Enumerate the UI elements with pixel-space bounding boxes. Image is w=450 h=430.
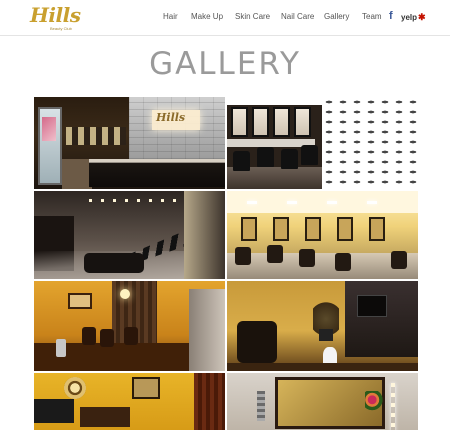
- photo-mirror: [241, 217, 257, 241]
- page-title: GALLERY: [149, 46, 301, 82]
- logo-text: Hills: [30, 3, 81, 27]
- photo-table: [80, 407, 130, 427]
- mirror-vanity-photo[interactable]: [227, 373, 418, 430]
- photo-chair: [335, 253, 351, 271]
- waiting-area-photo[interactable]: [34, 373, 225, 430]
- photo-logo-backdrop: [322, 97, 418, 189]
- photo-wall-art: [68, 293, 92, 309]
- photo-light: [327, 201, 337, 204]
- logo-subtitle: Beauty Club: [50, 26, 72, 31]
- yellow-stations-photo[interactable]: [227, 191, 418, 279]
- yelp-label: yelp: [401, 13, 418, 22]
- photo-chair: [82, 327, 96, 345]
- photo-chair: [299, 249, 315, 267]
- photo-chair: [237, 321, 277, 363]
- photo-chair: [281, 149, 298, 169]
- nav-gallery[interactable]: Gallery: [324, 11, 349, 23]
- site-header: Hills Beauty Club Hair Make Up Skin Care…: [0, 0, 450, 36]
- photo-curtain: [194, 373, 225, 430]
- photo-light: [287, 201, 297, 204]
- photo-monitor: [357, 295, 387, 317]
- photo-light: [367, 201, 377, 204]
- photo-vanity-lights: [391, 383, 395, 430]
- photo-mirror: [273, 217, 289, 241]
- nav-team[interactable]: Team: [362, 11, 382, 23]
- photo-wall-art: [132, 377, 160, 399]
- photo-gallery-grid: Hills: [34, 97, 418, 430]
- photo-mirror: [231, 107, 248, 137]
- photo-bin: [56, 339, 66, 357]
- photo-mirror: [305, 217, 321, 241]
- photo-mirrors: [66, 127, 126, 145]
- nav-hair[interactable]: Hair: [163, 11, 178, 23]
- photo-tv: [34, 399, 74, 423]
- photo-sign-lettering: Hills: [156, 111, 186, 124]
- photo-chair: [391, 251, 407, 269]
- photo-ceiling-lights: [89, 199, 179, 202]
- photo-chair: [267, 245, 283, 263]
- photo-floor: [62, 159, 92, 189]
- photo-pot: [319, 329, 333, 341]
- photo-chair: [124, 327, 138, 345]
- photo-sofa: [84, 253, 144, 273]
- treatment-room-photo[interactable]: [227, 281, 418, 371]
- photo-window: [184, 191, 225, 279]
- photo-elevator: [189, 289, 225, 371]
- photo-floor: [227, 363, 418, 371]
- nav-make-up[interactable]: Make Up: [191, 11, 223, 23]
- lounge-photo[interactable]: [34, 281, 225, 371]
- photo-reception-counter: [89, 159, 225, 187]
- nav-skin-care[interactable]: Skin Care: [235, 11, 270, 23]
- photo-mirror: [294, 107, 311, 137]
- photo-dark-panel: [345, 281, 418, 357]
- yelp-link[interactable]: yelp✱: [401, 11, 426, 24]
- photo-mirror: [337, 217, 353, 241]
- facebook-icon[interactable]: f: [389, 10, 397, 22]
- photo-flowers: [365, 391, 383, 413]
- photo-chair: [100, 329, 114, 347]
- photo-poster: [42, 117, 56, 141]
- photo-mirror: [273, 107, 290, 137]
- photo-mirror: [252, 107, 269, 137]
- photo-medallion: [64, 377, 86, 399]
- photo-chair: [257, 147, 274, 167]
- photo-chair: [235, 247, 251, 265]
- photo-floor: [227, 253, 418, 279]
- photo-shelf: [257, 391, 265, 421]
- photo-light: [247, 201, 257, 204]
- photo-chair: [233, 151, 250, 171]
- styling-stations-photo[interactable]: [227, 97, 418, 189]
- hills-logo[interactable]: Hills Beauty Club: [30, 3, 81, 32]
- nav-nail-care[interactable]: Nail Care: [281, 11, 314, 23]
- photo-lamp: [120, 289, 130, 299]
- reception-desk-photo[interactable]: Hills: [34, 97, 225, 189]
- salon-floor-photo[interactable]: [34, 191, 225, 279]
- photo-chair: [301, 145, 318, 165]
- yelp-burst-icon: ✱: [418, 12, 426, 22]
- photo-mirror: [369, 217, 385, 241]
